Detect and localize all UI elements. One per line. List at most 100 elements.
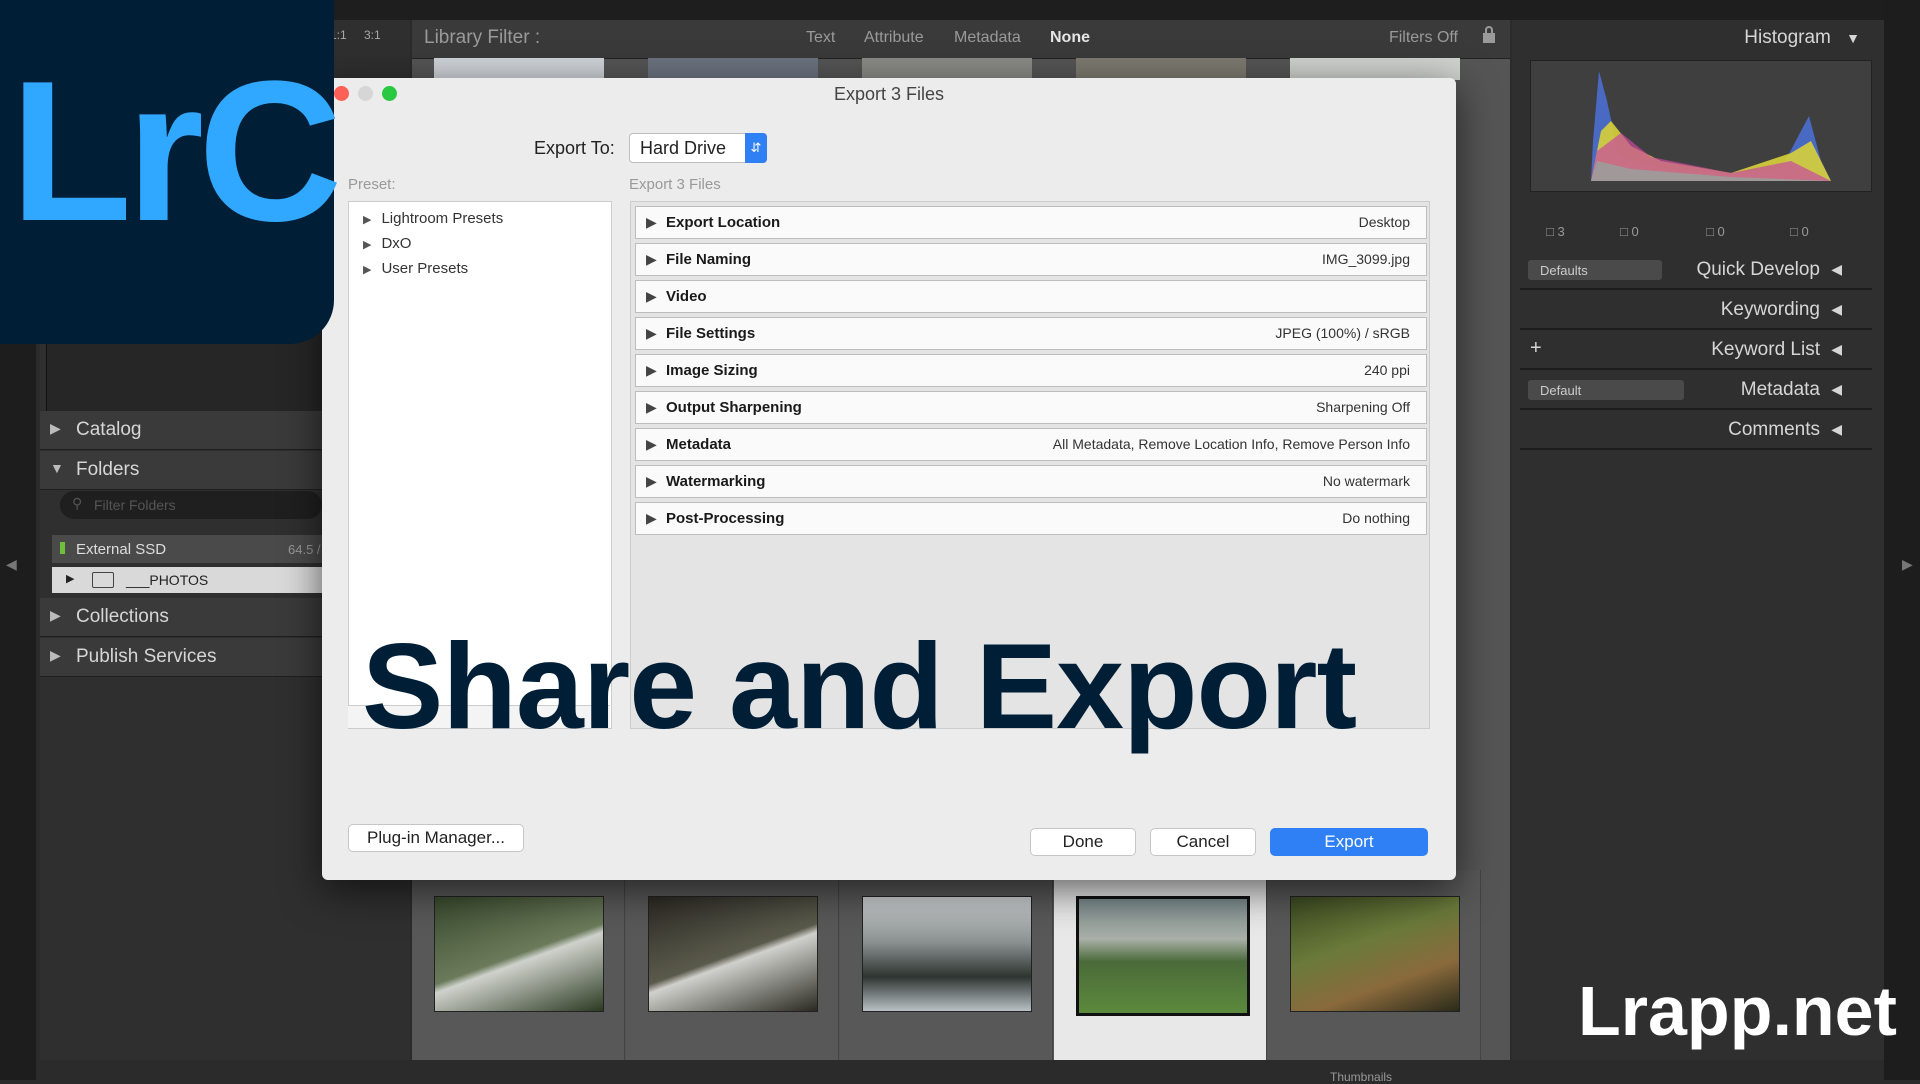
logo-text: LrC (10, 40, 342, 263)
section-watermarking[interactable]: ▶ Watermarking No watermark (635, 465, 1427, 498)
thumbnail[interactable] (434, 58, 604, 80)
keywording-label: Keywording (1720, 299, 1820, 320)
export-to-select[interactable]: Hard Drive ⇵ (629, 133, 767, 163)
quick-develop-preset-select[interactable]: Defaults (1528, 260, 1662, 280)
library-filter-label: Library Filter : (424, 27, 541, 48)
filter-tab-attribute[interactable]: Attribute (864, 29, 924, 47)
section-post-processing[interactable]: ▶ Post-Processing Do nothing (635, 502, 1427, 535)
thumbnail-image[interactable] (1290, 896, 1460, 1012)
keywording-header[interactable]: Keywording ◀ (1520, 290, 1872, 330)
collapsed-triangle-icon: ▶ (50, 420, 61, 436)
comments-header[interactable]: Comments ◀ (1520, 410, 1872, 450)
comments-label: Comments (1728, 419, 1820, 440)
expand-triangle-icon: ◀ (1831, 301, 1842, 317)
search-icon: ⚲ (72, 495, 83, 511)
thumbnail-cell[interactable] (412, 870, 625, 1060)
export-files-label: Export 3 Files (629, 176, 721, 193)
thumbnail-cell[interactable] (840, 870, 1053, 1060)
thumbnail-image[interactable] (862, 896, 1032, 1012)
site-watermark: Lrapp.net (1578, 972, 1897, 1050)
drive-name: External SSD (76, 541, 167, 558)
histogram-header[interactable]: Histogram ▼ (1744, 27, 1860, 49)
section-file-naming[interactable]: ▶ File Naming IMG_3099.jpg (635, 243, 1427, 276)
catalog-label: Catalog (76, 419, 142, 440)
export-dialog: Export 3 Files Export To: Hard Drive ⇵ P… (322, 78, 1456, 880)
expand-right-icon[interactable]: ▶ (1902, 556, 1913, 573)
histogram-chart (1530, 60, 1872, 192)
disclosure-triangle-icon: ▶ (646, 473, 657, 489)
chevron-updown-icon: ⇵ (745, 133, 767, 163)
thumbnail-cell[interactable] (626, 870, 839, 1060)
preset-folder-lightroom[interactable]: ▶ Lightroom Presets (363, 210, 503, 227)
publish-services-label: Publish Services (76, 646, 217, 667)
collapsed-triangle-icon: ▶ (50, 607, 61, 623)
thumbnail-image[interactable] (648, 896, 818, 1012)
histogram-label: Histogram (1744, 27, 1831, 48)
publish-services-panel-header[interactable]: ▶ Publish Services (40, 638, 322, 677)
filter-tab-metadata[interactable]: Metadata (954, 29, 1021, 47)
add-keyword-icon[interactable]: + (1530, 337, 1542, 360)
thumbnail-cell-selected[interactable] (1054, 870, 1267, 1060)
cancel-button[interactable]: Cancel (1150, 828, 1256, 856)
folder-name: ___PHOTOS (126, 572, 209, 588)
thumbnail[interactable] (1290, 58, 1460, 80)
collections-label: Collections (76, 606, 169, 627)
catalog-panel-header[interactable]: ▶ Catalog (40, 411, 322, 450)
keyword-list-label: Keyword List (1711, 339, 1820, 360)
library-filter-bar: Library Filter : Text Attribute Metadata… (412, 20, 1510, 59)
photo-count: □ 3 (1546, 224, 1565, 239)
filters-off-dropdown[interactable]: Filters Off (1389, 29, 1458, 47)
section-export-location[interactable]: ▶ Export Location Desktop (635, 206, 1427, 239)
thumbnail-image[interactable] (434, 896, 604, 1012)
drive-row[interactable]: External SSD 64.5 / (52, 535, 322, 563)
thumbnail-cell[interactable] (1268, 870, 1481, 1060)
headline: Share and Export (362, 618, 1357, 754)
folder-row[interactable]: ▶ ___PHOTOS (52, 567, 322, 593)
thumbnail[interactable] (862, 58, 1032, 80)
collapse-triangle-icon: ▼ (1846, 30, 1860, 46)
disclosure-triangle-icon: ▶ (646, 251, 657, 267)
thumbnail-image[interactable] (1076, 896, 1250, 1016)
histogram-graph (1591, 71, 1831, 181)
disclosure-triangle-icon: ▶ (363, 264, 372, 276)
disclosure-triangle-icon: ▶ (646, 288, 657, 304)
metadata-header[interactable]: Default Metadata ◀ (1520, 370, 1872, 410)
plugin-manager-button[interactable]: Plug-in Manager... (348, 824, 524, 852)
flagged-count: □ 0 (1620, 224, 1639, 239)
disclosure-triangle-icon: ▶ (646, 214, 657, 230)
filter-folders-input[interactable]: ⚲ Filter Folders (60, 491, 322, 519)
zoom-3to1[interactable]: 3:1 (364, 28, 381, 42)
right-edge (1884, 0, 1920, 1080)
section-metadata[interactable]: ▶ Metadata All Metadata, Remove Location I… (635, 428, 1427, 461)
quick-develop-label: Quick Develop (1696, 259, 1820, 280)
expand-triangle-icon: ◀ (1831, 341, 1842, 357)
dialog-title: Export 3 Files (833, 84, 945, 104)
lock-icon[interactable] (1482, 26, 1496, 44)
export-to-label: Export To: (534, 138, 615, 158)
virtual-count: □ 0 (1790, 224, 1809, 239)
drive-size: 64.5 / (288, 542, 321, 557)
export-button[interactable]: Export (1270, 828, 1428, 856)
filter-tab-none[interactable]: None (1050, 29, 1090, 47)
keyword-list-header[interactable]: + Keyword List ◀ (1520, 330, 1872, 370)
metadata-preset-select[interactable]: Default (1528, 380, 1684, 400)
lightroom-classic-logo: LrC (0, 0, 342, 344)
thumbnail[interactable] (1076, 58, 1246, 80)
folders-panel-header[interactable]: ▼ Folders (40, 451, 322, 490)
quick-develop-header[interactable]: Defaults Quick Develop ◀ (1520, 250, 1872, 290)
preset-folder-dxo[interactable]: ▶ DxO (363, 235, 411, 252)
collections-panel-header[interactable]: ▶ Collections (40, 598, 322, 637)
done-button[interactable]: Done (1030, 828, 1136, 856)
disclosure-triangle-icon: ▶ (646, 325, 657, 341)
section-output-sharpening[interactable]: ▶ Output Sharpening Sharpening Off (635, 391, 1427, 424)
section-image-sizing[interactable]: ▶ Image Sizing 240 ppi (635, 354, 1427, 387)
folder-icon (92, 572, 114, 588)
filter-tab-text[interactable]: Text (806, 29, 835, 47)
rejected-count: □ 0 (1706, 224, 1725, 239)
section-file-settings[interactable]: ▶ File Settings JPEG (100%) / sRGB (635, 317, 1427, 350)
expand-left-icon[interactable]: ◀ (6, 556, 17, 573)
thumbnail[interactable] (648, 58, 818, 80)
section-video[interactable]: ▶ Video (635, 280, 1427, 313)
preset-folder-user[interactable]: ▶ User Presets (363, 260, 468, 277)
expand-triangle-icon: ◀ (1831, 381, 1842, 397)
